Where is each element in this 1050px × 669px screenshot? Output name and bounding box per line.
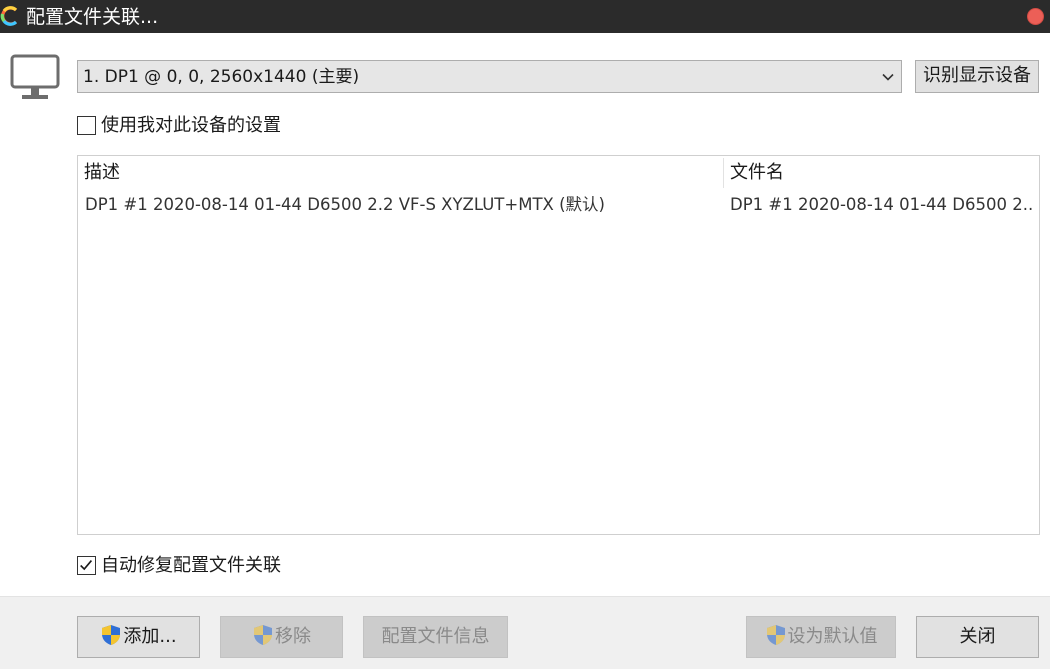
remove-button-label: 移除 [275,626,311,647]
profile-info-label: 配置文件信息 [381,626,490,647]
display-select-value: 1. DP1 @ 0, 0, 2560x1440 (主要) [83,67,360,87]
profile-filename: DP1 #1 2020-08-14 01-44 D6500 2.... [730,195,1035,214]
uac-shield-icon [254,625,272,645]
use-settings-label[interactable]: 使用我对此设备的设置 [101,115,281,137]
list-item[interactable]: DP1 #1 2020-08-14 01-44 D6500 2.2 VF-S X… [78,191,1039,219]
uac-shield-icon [766,625,785,645]
title-bar: 配置文件关联... [0,0,1050,33]
add-button-label: 添加... [123,626,177,647]
remove-button[interactable]: 移除 [220,616,343,658]
profile-info-button[interactable]: 配置文件信息 [363,616,508,658]
identify-display-label: 识别显示设备 [923,65,1031,86]
list-header: 描述 文件名 [78,156,1039,189]
chevron-down-icon [882,73,894,81]
monitor-icon [10,54,60,99]
uac-shield-icon [102,625,121,645]
profile-list[interactable]: 描述 文件名 DP1 #1 2020-08-14 01-44 D6500 2.2… [77,155,1040,535]
close-button-label: 关闭 [959,626,996,647]
set-default-button-label: 设为默认值 [787,626,878,647]
checkmark-icon [80,560,93,571]
window-title: 配置文件关联... [26,6,159,28]
auto-fix-label[interactable]: 自动修复配置文件关联 [101,555,281,577]
profile-description: DP1 #1 2020-08-14 01-44 D6500 2.2 VF-S X… [85,195,605,214]
set-default-button[interactable]: 设为默认值 [746,616,896,658]
add-button[interactable]: 添加... [77,616,200,658]
close-window-button[interactable] [1027,8,1044,25]
use-settings-checkbox[interactable] [77,116,96,135]
close-button[interactable]: 关闭 [916,616,1039,658]
auto-fix-checkbox[interactable] [77,556,96,575]
column-filename[interactable]: 文件名 [724,156,1039,189]
app-logo-icon [0,6,18,26]
column-description[interactable]: 描述 [78,156,723,189]
identify-display-button[interactable]: 识别显示设备 [915,60,1039,93]
display-select[interactable]: 1. DP1 @ 0, 0, 2560x1440 (主要) [77,60,902,93]
